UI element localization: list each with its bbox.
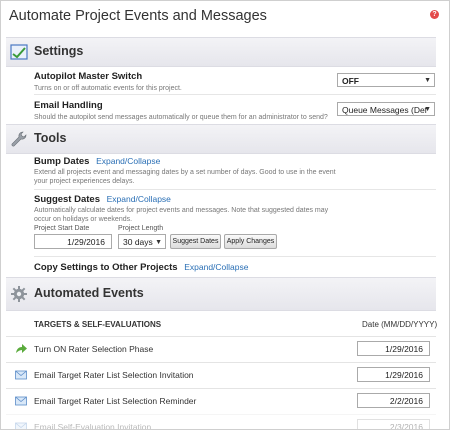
envelope-icon (15, 422, 27, 429)
suggest-dates-expand-link[interactable]: Expand/Collapse (107, 194, 171, 204)
event-date-input[interactable]: 2/2/2016 (357, 393, 430, 408)
suggest-dates-desc-1: Automatically calculate dates for projec… (34, 207, 329, 214)
bump-dates-desc-2: your project experiences delays. (34, 178, 135, 185)
project-start-label: Project Start Date (34, 225, 90, 232)
event-row: Turn ON Rater Selection Phase 1/29/2016 (6, 336, 436, 362)
wrench-icon (11, 131, 27, 147)
email-handling-select-value: Queue Messages (Def (342, 105, 428, 115)
email-handling-desc: Should the autopilot send messages autom… (34, 114, 328, 121)
apply-changes-button[interactable]: Apply Changes (224, 234, 277, 249)
event-date-input[interactable]: 1/29/2016 (357, 341, 430, 356)
autopilot-desc: Turns on or off automatic events for thi… (34, 85, 182, 92)
copy-settings-row: Copy Settings to Other Projects Expand/C… (34, 262, 248, 273)
project-start-input[interactable]: 1/29/2016 (34, 234, 112, 249)
project-length-label: Project Length (118, 225, 164, 232)
autopilot-select[interactable]: OFF ▼ (337, 73, 435, 87)
events-column-left: TARGETS & SELF-EVALUATIONS (34, 320, 162, 329)
event-row: Email Self-Evaluation Invitation 2/3/201… (6, 414, 436, 430)
gear-icon (11, 286, 27, 302)
suggest-dates-button[interactable]: Suggest Dates (170, 234, 221, 249)
tools-section-header: Tools (6, 124, 436, 154)
event-label: Email Target Rater List Selection Invita… (34, 370, 194, 380)
events-column-right: Date (MM/DD/YYYY) (362, 320, 438, 329)
chevron-down-icon: ▼ (155, 239, 162, 246)
help-icon[interactable]: ? (430, 10, 439, 19)
project-length-value: 30 days (123, 237, 153, 247)
bump-dates-expand-link[interactable]: Expand/Collapse (96, 156, 160, 166)
event-date-input[interactable]: 2/3/2016 (357, 419, 430, 429)
email-handling-row: Email Handling Should the autopilot send… (34, 100, 328, 122)
tools-title: Tools (34, 131, 67, 145)
settings-section-header: Settings (6, 37, 436, 67)
suggest-dates-row: Suggest Dates Expand/Collapse Automatica… (34, 194, 328, 224)
event-row: Email Target Rater List Selection Remind… (6, 388, 436, 414)
event-date-input[interactable]: 1/29/2016 (357, 367, 430, 382)
suggest-dates-desc-2: occur on holidays or weekends. (34, 216, 133, 223)
events-section-header: Automated Events (6, 277, 436, 311)
event-label: Turn ON Rater Selection Phase (34, 344, 154, 354)
project-length-select[interactable]: 30 days ▼ (118, 234, 166, 249)
bump-dates-row: Bump Dates Expand/Collapse Extend all pr… (34, 156, 336, 186)
divider (34, 189, 436, 190)
divider (34, 94, 436, 95)
copy-settings-expand-link[interactable]: Expand/Collapse (184, 262, 248, 272)
chevron-down-icon: ▼ (424, 106, 431, 113)
chevron-down-icon: ▼ (424, 77, 431, 84)
email-handling-label: Email Handling (34, 100, 103, 111)
autopilot-select-value: OFF (342, 76, 359, 86)
envelope-icon (15, 370, 27, 380)
dialog-frame: Automate Project Events and Messages ? S… (0, 0, 450, 430)
autopilot-label: Autopilot Master Switch (34, 71, 143, 82)
divider (34, 256, 436, 257)
settings-title: Settings (34, 44, 84, 58)
arrow-icon (16, 344, 27, 353)
bump-dates-label: Bump Dates (34, 156, 90, 167)
event-row: Email Target Rater List Selection Invita… (6, 362, 436, 388)
event-label: Email Self-Evaluation Invitation (34, 422, 152, 430)
checkbox-chart-icon (10, 44, 28, 60)
suggest-dates-label: Suggest Dates (34, 194, 100, 205)
dialog-title: Automate Project Events and Messages (9, 8, 267, 24)
email-handling-select[interactable]: Queue Messages (Def ▼ (337, 102, 435, 116)
autopilot-row: Autopilot Master Switch Turns on or off … (34, 71, 182, 93)
copy-settings-label: Copy Settings to Other Projects (34, 262, 178, 273)
bump-dates-desc-1: Extend all projects event and messaging … (34, 169, 336, 176)
envelope-icon (15, 396, 27, 406)
events-title: Automated Events (34, 286, 144, 300)
event-label: Email Target Rater List Selection Remind… (34, 396, 197, 406)
